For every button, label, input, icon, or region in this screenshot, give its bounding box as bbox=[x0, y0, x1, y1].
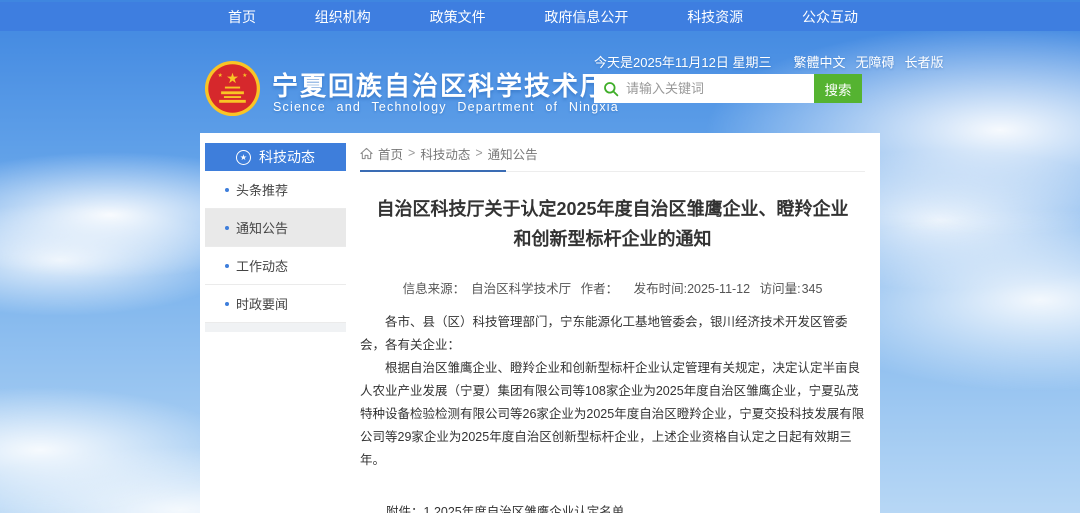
current-date-text: 今天是2025年11月12日 星期三 bbox=[594, 52, 772, 71]
breadcrumb-separator: > bbox=[475, 146, 482, 160]
star-circle-icon: ★ bbox=[236, 150, 251, 165]
bullet-icon bbox=[225, 188, 229, 192]
sidebar-footer-strip bbox=[205, 323, 346, 332]
sidebar: ★ 科技动态 头条推荐 通知公告 工作动态 时政要闻 bbox=[205, 143, 346, 332]
article-body: 各市、县（区）科技管理部门，宁东能源化工基地管委会，银川经济技术开发区管委会，各… bbox=[360, 311, 865, 472]
sidebar-item-label: 头条推荐 bbox=[236, 180, 288, 199]
breadcrumb-home[interactable]: 首页 bbox=[378, 144, 403, 163]
national-emblem-logo[interactable]: ★ ★ ★ bbox=[204, 60, 261, 117]
meta-publish-label: 发布时间: bbox=[634, 282, 687, 296]
article-paragraph: 根据自治区雏鹰企业、瞪羚企业和创新型标杆企业认定管理有关规定，决定认定半亩良人农… bbox=[360, 357, 865, 472]
content-panel: ★ 科技动态 头条推荐 通知公告 工作动态 时政要闻 bbox=[200, 133, 880, 513]
breadcrumb-separator: > bbox=[408, 146, 415, 160]
article-area: 首页 > 科技动态 > 通知公告 自治区科技厅关于认定2025年度自治区雏鹰企业… bbox=[360, 143, 865, 513]
lang-traditional-chinese-link[interactable]: 繁體中文 bbox=[794, 52, 846, 71]
article-title-line1: 自治区科技厅关于认定2025年度自治区雏鹰企业、瞪羚企业 bbox=[360, 194, 865, 224]
meta-views-value: 345 bbox=[802, 282, 823, 296]
accessibility-link[interactable]: 无障碍 bbox=[856, 52, 895, 71]
meta-publish-value: 2025-11-12 bbox=[687, 282, 750, 296]
meta-source-value: 自治区科学技术厅 bbox=[471, 282, 571, 296]
article-title-line2: 和创新型标杆企业的通知 bbox=[360, 224, 865, 254]
sidebar-item-label: 通知公告 bbox=[236, 218, 288, 237]
svg-text:★: ★ bbox=[218, 72, 223, 79]
nav-policy-documents[interactable]: 政策文件 bbox=[430, 7, 486, 27]
bullet-icon bbox=[225, 264, 229, 268]
attachment-link-1[interactable]: 1.2025年度自治区雏鹰企业认定名单 bbox=[424, 500, 662, 513]
nav-organization[interactable]: 组织机构 bbox=[315, 7, 371, 27]
search-input[interactable] bbox=[626, 74, 814, 103]
elderly-version-link[interactable]: 长者版 bbox=[905, 52, 944, 71]
sidebar-item-current-politics[interactable]: 时政要闻 bbox=[205, 285, 346, 323]
bullet-icon bbox=[225, 226, 229, 230]
article-title: 自治区科技厅关于认定2025年度自治区雏鹰企业、瞪羚企业 和创新型标杆企业的通知 bbox=[360, 194, 865, 254]
nav-gov-info-disclosure[interactable]: 政府信息公开 bbox=[544, 7, 628, 27]
site-subtitle: Science and Technology Department of Nin… bbox=[273, 100, 619, 114]
sidebar-item-headline-recommend[interactable]: 头条推荐 bbox=[205, 171, 346, 209]
article-meta: 信息来源： 自治区科学技术厅 作者： 发布时间:2025-11-12 访问量:34… bbox=[360, 278, 865, 297]
attachments-label: 附件： bbox=[386, 500, 424, 513]
site-title[interactable]: 宁夏回族自治区科学技术厅 bbox=[272, 66, 608, 103]
svg-text:★: ★ bbox=[242, 72, 247, 79]
meta-source-label: 信息来源： bbox=[403, 282, 466, 296]
sidebar-item-work-updates[interactable]: 工作动态 bbox=[205, 247, 346, 285]
article-paragraph: 各市、县（区）科技管理部门，宁东能源化工基地管委会，银川经济技术开发区管委会，各… bbox=[360, 311, 865, 357]
meta-views-label: 访问量: bbox=[760, 282, 801, 296]
bullet-icon bbox=[225, 302, 229, 306]
section-divider bbox=[360, 169, 865, 172]
nav-sci-tech-resources[interactable]: 科技资源 bbox=[687, 7, 743, 27]
sidebar-item-label: 时政要闻 bbox=[236, 294, 288, 313]
home-icon bbox=[360, 147, 373, 160]
nav-public-interaction[interactable]: 公众互动 bbox=[802, 7, 858, 27]
header-top-info: 今天是2025年11月12日 星期三 繁體中文 无障碍 长者版 bbox=[594, 52, 869, 71]
search-bar: 搜索 bbox=[594, 74, 862, 103]
sidebar-item-notices[interactable]: 通知公告 bbox=[205, 209, 346, 247]
breadcrumb: 首页 > 科技动态 > 通知公告 bbox=[360, 143, 865, 163]
breadcrumb-sci-tech-news[interactable]: 科技动态 bbox=[420, 144, 470, 163]
breadcrumb-current-page: 通知公告 bbox=[488, 144, 538, 163]
search-icon bbox=[603, 81, 619, 97]
search-button[interactable]: 搜索 bbox=[814, 74, 862, 103]
top-navigation-bar: 首页 组织机构 政策文件 政府信息公开 科技资源 公众互动 bbox=[0, 2, 1080, 31]
nav-home[interactable]: 首页 bbox=[228, 7, 256, 27]
sidebar-section-header[interactable]: ★ 科技动态 bbox=[205, 143, 346, 171]
sidebar-section-title: 科技动态 bbox=[259, 147, 315, 167]
meta-author-label: 作者： bbox=[581, 282, 619, 296]
svg-text:★: ★ bbox=[226, 71, 239, 87]
sidebar-item-label: 工作动态 bbox=[236, 256, 288, 275]
attachments-block: 附件： 1.2025年度自治区雏鹰企业认定名单 2.2025年度自治区瞪羚企业认… bbox=[386, 500, 865, 513]
